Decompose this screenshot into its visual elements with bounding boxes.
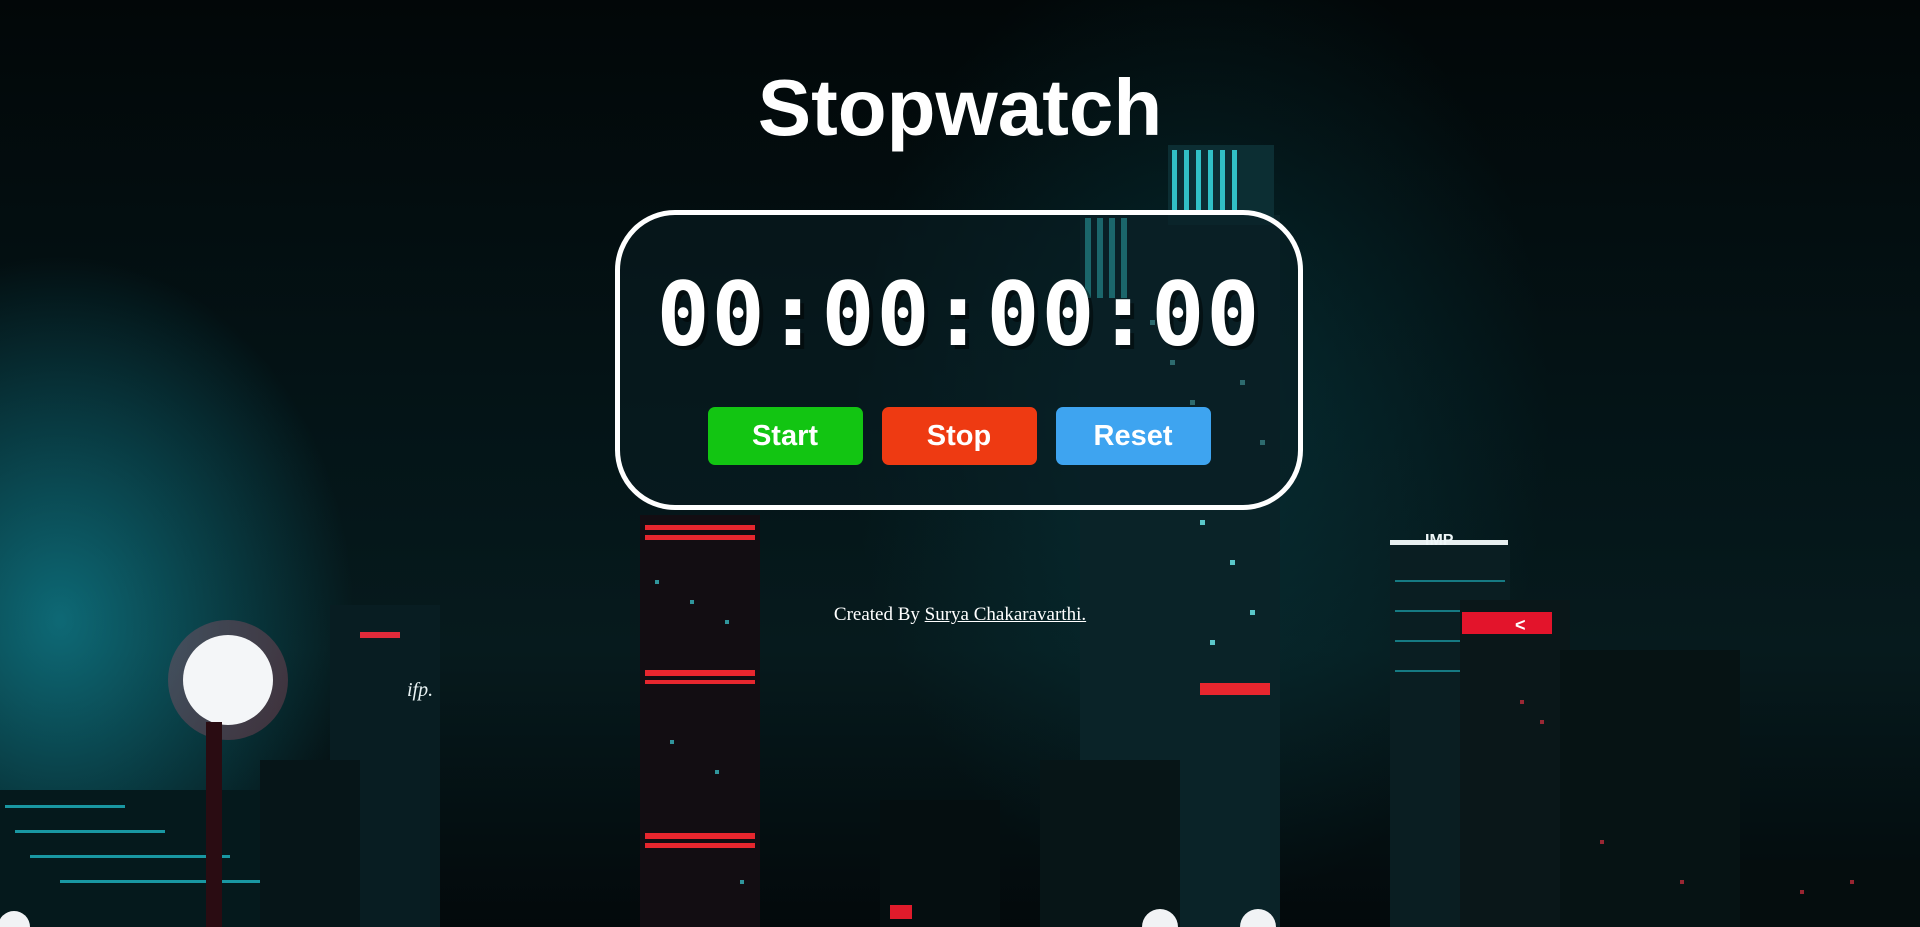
street-lamp [183, 635, 273, 725]
start-button[interactable]: Start [707, 407, 863, 465]
red-tower [640, 515, 760, 927]
ifp-sign: ifp. [407, 679, 433, 701]
imp-sign: IMP [1425, 532, 1454, 549]
stop-button[interactable]: Stop [881, 407, 1037, 465]
author-link[interactable]: Surya Chakaravarthi. [925, 604, 1086, 625]
control-buttons: Start Stop Reset [620, 407, 1298, 465]
left-building [0, 790, 300, 927]
reset-button[interactable]: Reset [1055, 407, 1211, 465]
red-sign-building [1460, 600, 1570, 927]
page-title: Stopwatch [757, 63, 1163, 152]
time-display: 00:00:00:00 [656, 263, 1262, 366]
stopwatch-panel: 00:00:00:00 Start Stop Reset [615, 210, 1303, 510]
credit-prefix: Created By [833, 604, 920, 625]
cyan-tower-red-band [1200, 683, 1270, 695]
footer-credit: Created By Surya Chakaravarthi. [0, 604, 1920, 626]
